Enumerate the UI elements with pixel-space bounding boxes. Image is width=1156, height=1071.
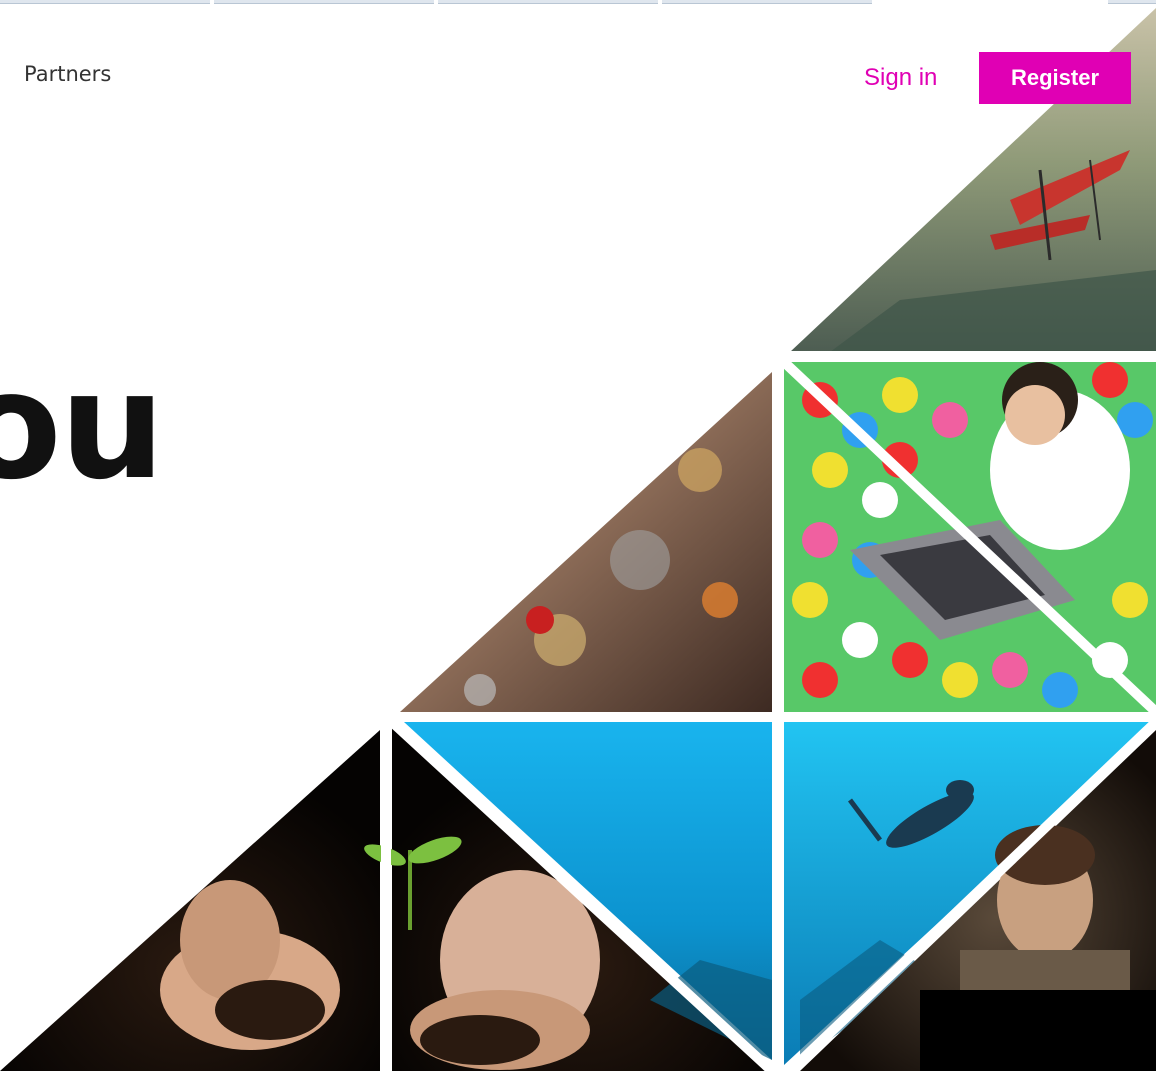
register-button[interactable]: Register	[979, 52, 1131, 104]
tile-seedling-hands	[0, 730, 380, 1071]
nav-link-partners[interactable]: Partners	[24, 62, 111, 86]
sign-in-link[interactable]: Sign in	[864, 64, 937, 92]
hero-headline: ou	[0, 340, 165, 512]
tile-mosaic-art	[400, 372, 772, 712]
image-mosaic	[0, 8, 1156, 1071]
